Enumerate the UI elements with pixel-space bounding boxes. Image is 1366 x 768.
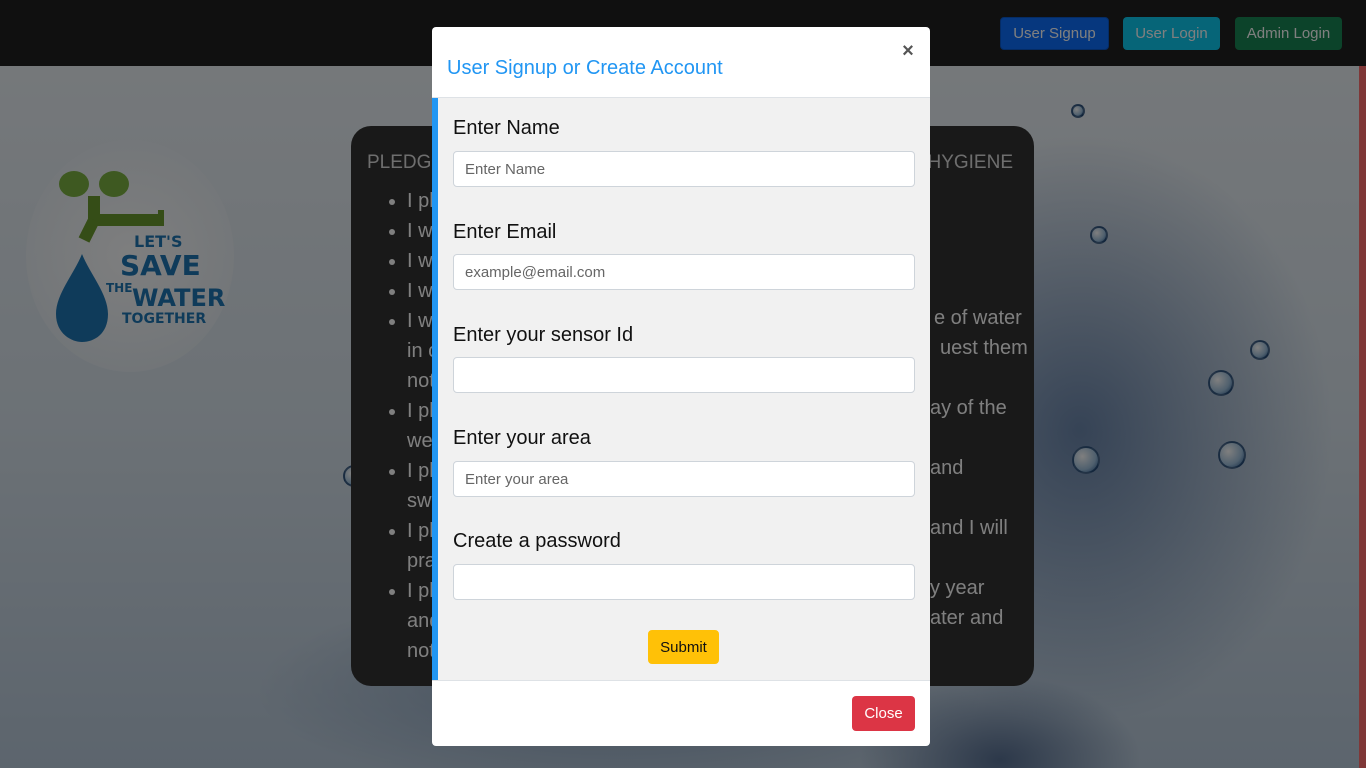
modal-title: User Signup or Create Account: [447, 57, 723, 79]
area-input[interactable]: [453, 461, 915, 497]
sensor-id-input[interactable]: [453, 357, 915, 393]
password-input[interactable]: [453, 564, 915, 600]
modal-header: User Signup or Create Account ×: [432, 27, 930, 98]
sensor-id-label: Enter your sensor Id: [453, 324, 634, 346]
modal-footer: Close: [432, 680, 930, 746]
submit-button[interactable]: Submit: [648, 630, 719, 664]
signup-form: Enter Name Enter Email Enter your sensor…: [432, 98, 930, 680]
close-button[interactable]: Close: [852, 696, 915, 731]
signup-modal: User Signup or Create Account × Enter Na…: [432, 27, 930, 746]
area-label: Enter your area: [453, 427, 591, 449]
email-input[interactable]: [453, 254, 915, 290]
email-label: Enter Email: [453, 221, 557, 243]
close-icon[interactable]: ×: [899, 40, 917, 62]
name-input[interactable]: [453, 151, 915, 187]
name-label: Enter Name: [453, 117, 560, 139]
password-label: Create a password: [453, 530, 621, 552]
